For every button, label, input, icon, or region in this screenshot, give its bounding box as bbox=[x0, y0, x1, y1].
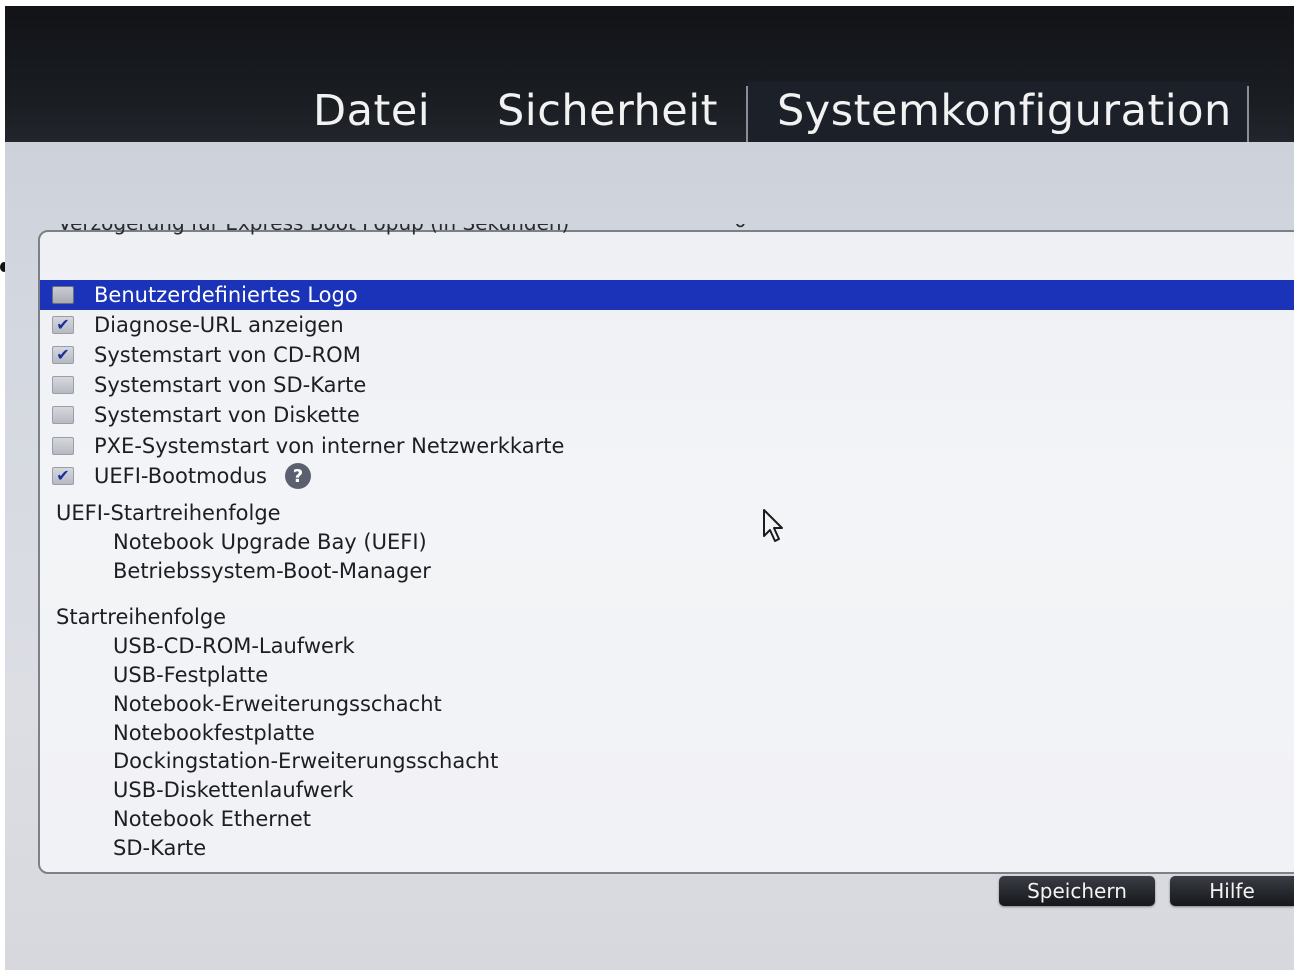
tab-systemkonfiguration[interactable]: Systemkonfiguration bbox=[777, 84, 1232, 138]
option-label: Systemstart von CD-ROM bbox=[94, 343, 361, 367]
tab-separator bbox=[746, 86, 748, 142]
option-label: Diagnose-URL anzeigen bbox=[94, 313, 344, 337]
check-icon: ✔ bbox=[56, 345, 70, 364]
boot-order-title: Startreihenfolge bbox=[56, 605, 227, 629]
option-label: UEFI-Bootmodus bbox=[94, 464, 267, 488]
option-boot-cdrom[interactable]: ✔ Systemstart von CD-ROM bbox=[40, 340, 1294, 370]
checkbox-checked[interactable]: ✔ bbox=[52, 316, 74, 334]
checkbox[interactable] bbox=[52, 437, 74, 455]
uefi-boot-order-title: UEFI-Startreihenfolge bbox=[56, 501, 281, 525]
option-boot-floppy[interactable]: Systemstart von Diskette bbox=[40, 400, 1294, 430]
mouse-pointer-icon bbox=[763, 509, 783, 542]
checkbox[interactable] bbox=[52, 286, 74, 304]
boot-order-item[interactable]: USB-CD-ROM-Laufwerk bbox=[113, 634, 355, 658]
uefi-boot-item[interactable]: Notebook Upgrade Bay (UEFI) bbox=[113, 530, 427, 554]
boot-order-item[interactable]: Notebookfestplatte bbox=[113, 721, 315, 745]
checkbox-checked[interactable]: ✔ bbox=[52, 467, 74, 485]
boot-order-item[interactable]: USB-Festplatte bbox=[113, 663, 268, 687]
option-uefi-bootmode[interactable]: ✔ UEFI-Bootmodus ? bbox=[40, 461, 1294, 491]
option-boot-sd[interactable]: Systemstart von SD-Karte bbox=[40, 370, 1294, 400]
boot-order-item[interactable]: USB-Diskettenlaufwerk bbox=[113, 778, 354, 802]
tab-sicherheit[interactable]: Sicherheit bbox=[497, 84, 718, 138]
checkbox[interactable] bbox=[52, 406, 74, 424]
option-label: Systemstart von SD-Karte bbox=[94, 373, 367, 397]
help-icon[interactable]: ? bbox=[284, 463, 311, 489]
check-icon: ✔ bbox=[56, 315, 70, 334]
checkbox[interactable] bbox=[52, 376, 74, 394]
help-button[interactable]: Hilfe bbox=[1170, 876, 1294, 906]
save-button[interactable]: Speichern bbox=[999, 876, 1155, 906]
uefi-boot-item[interactable]: Betriebssystem-Boot-Manager bbox=[113, 559, 431, 583]
option-pxe-boot[interactable]: PXE-Systemstart von interner Netzwerkkar… bbox=[40, 431, 1294, 461]
option-label: Systemstart von Diskette bbox=[94, 403, 360, 427]
option-label: PXE-Systemstart von interner Netzwerkkar… bbox=[94, 434, 565, 458]
boot-order-item[interactable]: Notebook-Erweiterungsschacht bbox=[113, 692, 442, 716]
option-label: Benutzerdefiniertes Logo bbox=[94, 283, 358, 307]
tab-separator bbox=[1247, 86, 1249, 142]
express-boot-delay-label: Verzögerung für Express Boot Popup (in S… bbox=[58, 224, 569, 238]
tab-datei[interactable]: Datei bbox=[313, 84, 430, 138]
boot-order-item[interactable]: SD-Karte bbox=[113, 836, 206, 860]
boot-order-item[interactable]: Notebook Ethernet bbox=[113, 807, 311, 831]
boot-order-item[interactable]: Dockingstation-Erweiterungsschacht bbox=[113, 749, 498, 773]
option-custom-logo[interactable]: Benutzerdefiniertes Logo bbox=[40, 280, 1294, 310]
checkbox-checked[interactable]: ✔ bbox=[52, 346, 74, 364]
check-icon: ✔ bbox=[56, 466, 70, 485]
option-diagnose-url[interactable]: ✔ Diagnose-URL anzeigen bbox=[40, 310, 1294, 340]
express-boot-delay-value[interactable]: 0 bbox=[734, 224, 747, 238]
